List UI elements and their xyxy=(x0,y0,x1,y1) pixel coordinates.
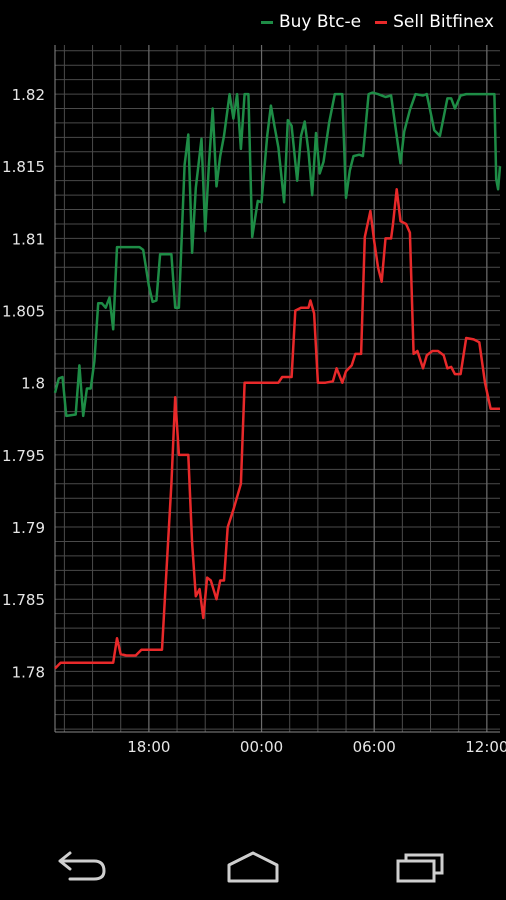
y-tick-label: 1.8 xyxy=(21,375,45,393)
back-arrow-icon xyxy=(58,851,106,881)
y-tick-label: 1.805 xyxy=(2,303,45,321)
chart-area: 1.78 1.785 1.79 1.795 1.8 1.805 1.81 1.815 1.82 1… xyxy=(0,0,506,830)
legend-label-sell: Sell Bitfinex xyxy=(393,12,494,32)
y-tick-label: 1.795 xyxy=(2,447,45,465)
home-button[interactable] xyxy=(193,830,313,900)
x-tick-label: 12:00 xyxy=(465,738,506,756)
y-tick-label: 1.79 xyxy=(12,519,45,537)
back-button[interactable] xyxy=(24,830,144,900)
series-line-sell-bitfinex xyxy=(54,188,500,670)
legend-label-buy: Buy Btc-e xyxy=(278,12,362,32)
x-tick-label: 00:00 xyxy=(240,738,283,756)
legend-item-buy: Buy Btc-e xyxy=(260,12,362,32)
recent-apps-icon xyxy=(396,853,444,883)
x-tick-label: 06:00 xyxy=(353,738,396,756)
series-line-buy-btc-e xyxy=(53,91,502,418)
home-icon xyxy=(227,851,279,883)
legend-item-sell: Sell Bitfinex xyxy=(375,12,494,32)
y-tick-label: 1.815 xyxy=(2,158,45,176)
y-tick-label: 1.78 xyxy=(12,663,45,681)
y-tick-label: 1.82 xyxy=(12,86,45,104)
line-chart: 1.78 1.785 1.79 1.795 1.8 1.805 1.81 1.815 1.82 1… xyxy=(2,45,506,756)
legend: Buy Btc-e Sell Bitfinex xyxy=(260,12,494,32)
y-tick-label: 1.785 xyxy=(2,591,45,609)
system-navigation-bar xyxy=(0,830,506,900)
recent-apps-button[interactable] xyxy=(362,830,482,900)
x-tick-label: 18:00 xyxy=(127,738,170,756)
y-tick-label: 1.81 xyxy=(12,230,45,248)
legend-swatch-sell xyxy=(375,20,388,24)
legend-swatch-buy xyxy=(260,20,273,24)
